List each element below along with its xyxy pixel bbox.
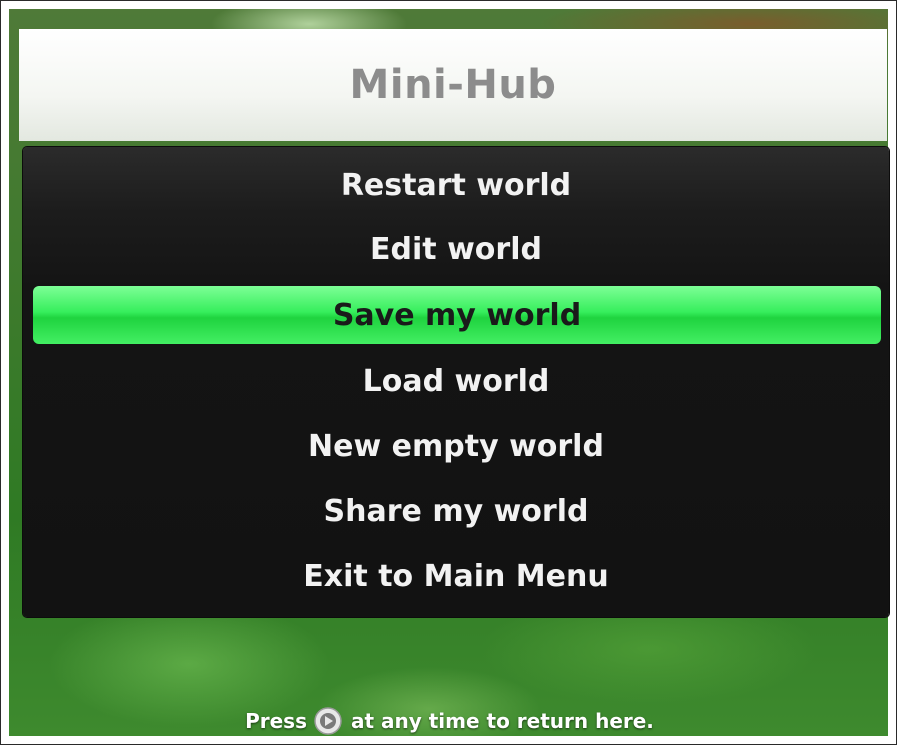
footer-prefix: Press	[245, 709, 307, 733]
menu-panel: Restart world Edit world Save my world L…	[23, 147, 889, 617]
page-title: Mini-Hub	[349, 62, 557, 108]
menu-item-load-world[interactable]: Load world	[23, 351, 889, 411]
menu-item-new-empty-world[interactable]: New empty world	[23, 416, 889, 476]
title-panel: Mini-Hub	[19, 29, 887, 141]
menu-item-share-my-world[interactable]: Share my world	[23, 481, 889, 541]
footer-hint: Press at any time to return here.	[1, 701, 896, 741]
menu-item-exit-to-main-menu[interactable]: Exit to Main Menu	[23, 546, 889, 606]
screen-frame: Mini-Hub Restart world Edit world Save m…	[0, 0, 897, 745]
menu-item-restart-world[interactable]: Restart world	[23, 155, 889, 215]
guide-button-icon	[313, 706, 343, 736]
footer-suffix: at any time to return here.	[350, 709, 654, 733]
menu-item-save-my-world[interactable]: Save my world	[33, 286, 881, 344]
menu-item-edit-world[interactable]: Edit world	[23, 219, 889, 279]
